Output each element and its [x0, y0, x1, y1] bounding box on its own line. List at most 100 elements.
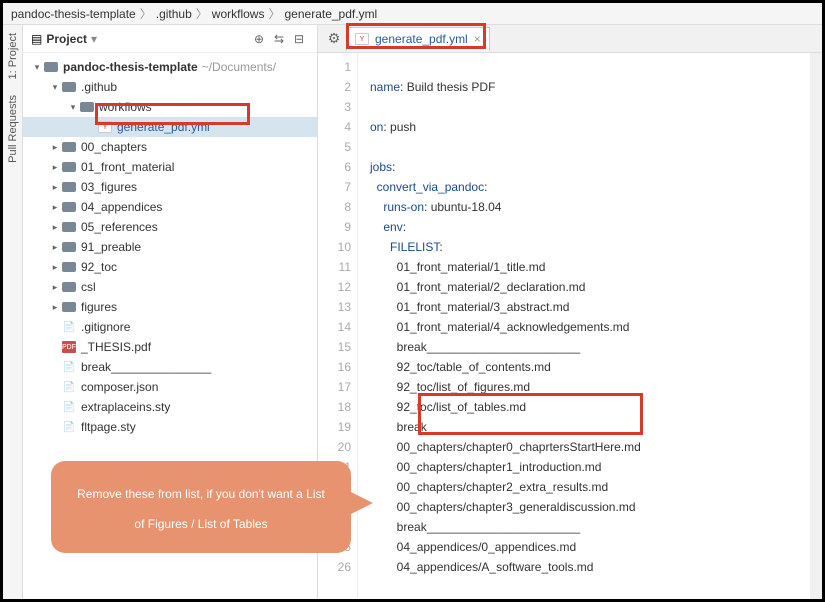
chevron-icon[interactable]: ▸ — [49, 182, 61, 193]
tree-item[interactable]: PDF _THESIS.pdf — [23, 337, 317, 357]
code-area[interactable]: 1234567891011121314151617181920212223242… — [318, 53, 822, 599]
tree-item-label: 92_toc — [81, 260, 117, 274]
chevron-icon[interactable]: ▾ — [31, 62, 43, 73]
tree-item[interactable]: ▸ 01_front_material — [23, 157, 317, 177]
code-line[interactable]: 00_chapters/chapter3_generaldiscussion.m… — [370, 497, 822, 517]
code-line[interactable]: 01_front_material/2_declaration.md — [370, 277, 822, 297]
code-line[interactable] — [370, 97, 822, 117]
code-line[interactable]: on: push — [370, 117, 822, 137]
tree-item[interactable]: ▸ csl — [23, 277, 317, 297]
code-line[interactable]: FILELIST: — [370, 237, 822, 257]
code-line[interactable]: break_______________________ — [370, 417, 822, 437]
tree-item-label: figures — [81, 300, 117, 314]
callout: Remove these from list, if you don't wan… — [51, 461, 351, 553]
code-line[interactable]: jobs: — [370, 157, 822, 177]
tree-item[interactable]: Ygenerate_pdf.yml — [23, 117, 317, 137]
breadcrumb-item[interactable]: workflows — [212, 7, 265, 21]
rail-tab-project[interactable]: 1: Project — [5, 29, 21, 83]
editor-tab-label: generate_pdf.yml — [375, 32, 468, 46]
tree-item[interactable]: 📄.gitignore — [23, 317, 317, 337]
code-line[interactable]: 92_toc/table_of_contents.md — [370, 357, 822, 377]
chevron-icon[interactable]: ▸ — [49, 222, 61, 233]
tree-item[interactable]: ▸ 92_toc — [23, 257, 317, 277]
code-line[interactable]: break_______________________ — [370, 337, 822, 357]
collapse-icon[interactable]: ⊟ — [289, 32, 309, 46]
folder-icon — [61, 300, 77, 314]
tree-item[interactable]: ▸ figures — [23, 297, 317, 317]
code-line[interactable]: runs-on: ubuntu-18.04 — [370, 197, 822, 217]
file-icon: 📄 — [61, 320, 77, 334]
tree-item[interactable]: ▸04_appendices — [23, 197, 317, 217]
code-line[interactable]: 01_front_material/3_abstract.md — [370, 297, 822, 317]
chevron-icon[interactable]: ▸ — [49, 162, 61, 173]
code-line[interactable]: 00_chapters/chapter1_introduction.md — [370, 457, 822, 477]
tree-item[interactable]: ▸ 00_chapters — [23, 137, 317, 157]
breadcrumb-item[interactable]: pandoc-thesis-template — [11, 7, 136, 21]
tree-item[interactable]: ▾pandoc-thesis-template~/Documents/ — [23, 57, 317, 77]
chevron-icon[interactable]: ▸ — [49, 202, 61, 213]
tree-item[interactable]: 📄break_______________ — [23, 357, 317, 377]
tree-item[interactable]: 📄fltpage.sty — [23, 417, 317, 437]
tree-item[interactable]: ▾ .github — [23, 77, 317, 97]
chevron-icon[interactable]: ▾ — [49, 82, 61, 93]
chevron-icon[interactable]: ▸ — [49, 302, 61, 313]
pdf-icon: PDF — [61, 340, 77, 354]
chevron-icon[interactable]: ▾ — [67, 102, 79, 113]
chevron-icon[interactable]: ▸ — [49, 262, 61, 273]
folder-icon — [43, 60, 59, 74]
chevron-icon[interactable]: ▸ — [49, 242, 61, 253]
code-line[interactable]: name: Build thesis PDF — [370, 77, 822, 97]
editor-panel: ⚙ Y generate_pdf.yml × 12345678910111213… — [318, 25, 822, 599]
code-line[interactable]: 92_toc/list_of_figures.md — [370, 377, 822, 397]
code-line[interactable] — [370, 57, 822, 77]
code-line[interactable]: break_______________________ — [370, 517, 822, 537]
project-header: ▤ Project ▾ ⊕ ⇆ ⊟ — [23, 25, 317, 53]
file-icon: 📄 — [61, 420, 77, 434]
code-line[interactable]: convert_via_pandoc: — [370, 177, 822, 197]
tree-item-label: 01_front_material — [81, 160, 174, 174]
tree-item[interactable]: 📄extraplaceins.sty — [23, 397, 317, 417]
locate-icon[interactable]: ⊕ — [249, 32, 269, 46]
code[interactable]: name: Build thesis PDF on: push jobs: co… — [358, 53, 822, 599]
folder-icon — [61, 280, 77, 294]
project-icon: ▤ — [31, 32, 42, 46]
code-line[interactable]: env: — [370, 217, 822, 237]
gear-icon[interactable]: ⚙ — [322, 30, 346, 47]
project-dropdown-icon[interactable]: ▾ — [91, 32, 97, 46]
code-line[interactable] — [370, 137, 822, 157]
chevron-icon[interactable]: ▸ — [49, 142, 61, 153]
tree-item-label: csl — [81, 280, 96, 294]
tree-item-label: _THESIS.pdf — [81, 340, 151, 354]
tree-item-label: 91_preable — [81, 240, 141, 254]
code-line[interactable]: 01_front_material/1_title.md — [370, 257, 822, 277]
expand-icon[interactable]: ⇆ — [269, 32, 289, 46]
breadcrumb-item[interactable]: generate_pdf.yml — [285, 7, 378, 21]
folder-icon — [61, 260, 77, 274]
tree-item-label: 00_chapters — [81, 140, 147, 154]
code-line[interactable]: 04_appendices/A_software_tools.md — [370, 557, 822, 577]
tree-item[interactable]: 📄composer.json — [23, 377, 317, 397]
code-line[interactable]: 04_appendices/0_appendices.md — [370, 537, 822, 557]
close-icon[interactable]: × — [474, 32, 481, 46]
tree-item[interactable]: ▸05_references — [23, 217, 317, 237]
editor-tab[interactable]: Y generate_pdf.yml × — [346, 27, 490, 51]
scrollbar[interactable] — [810, 53, 822, 599]
tree-item-label: 03_figures — [81, 180, 137, 194]
code-line[interactable]: 92_toc/list_of_tables.md — [370, 397, 822, 417]
breadcrumb-item[interactable]: .github — [156, 7, 192, 21]
tree-item[interactable]: ▾ workflows — [23, 97, 317, 117]
callout-text: Remove these from list, if you don't wan… — [77, 487, 325, 531]
tree-item-label: extraplaceins.sty — [81, 400, 170, 414]
tree-item-label: .github — [81, 80, 117, 94]
project-label: Project — [46, 32, 87, 46]
tree-item[interactable]: ▸ 91_preable — [23, 237, 317, 257]
code-line[interactable]: 01_front_material/4_acknowledgements.md — [370, 317, 822, 337]
chevron-icon[interactable]: ▸ — [49, 282, 61, 293]
tree-item[interactable]: ▸ 03_figures — [23, 177, 317, 197]
code-line[interactable]: 00_chapters/chapter0_chaprtersStartHere.… — [370, 437, 822, 457]
folder-icon — [61, 220, 77, 234]
tree-item-label: workflows — [99, 100, 152, 114]
code-line[interactable]: 00_chapters/chapter2_extra_results.md — [370, 477, 822, 497]
rail-tab-pull-requests[interactable]: Pull Requests — [5, 91, 21, 167]
file-icon: 📄 — [61, 380, 77, 394]
